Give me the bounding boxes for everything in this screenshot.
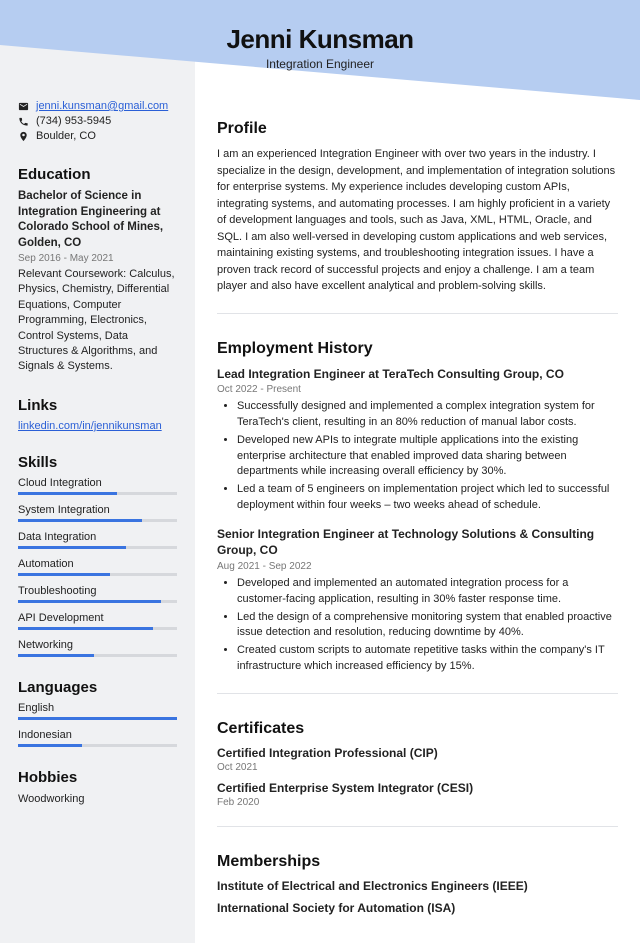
skill-bar bbox=[18, 600, 177, 603]
membership-item: International Society for Automation (IS… bbox=[217, 901, 618, 915]
education-coursework: Relevant Coursework: Calculus, Physics, … bbox=[18, 267, 177, 375]
location-icon bbox=[18, 131, 29, 142]
certificate-title: Certified Integration Professional (CIP) bbox=[217, 746, 618, 760]
membership-item: Institute of Electrical and Electronics … bbox=[217, 879, 618, 893]
contact-email[interactable]: jenni.kunsman@gmail.com bbox=[36, 100, 168, 112]
contact-phone: (734) 953-5945 bbox=[36, 115, 111, 127]
skill-bar-fill bbox=[18, 519, 142, 522]
divider bbox=[217, 693, 618, 694]
sidebar: jenni.kunsman@gmail.com (734) 953-5945 B… bbox=[0, 0, 195, 943]
job-bullets: Successfully designed and implemented a … bbox=[217, 399, 618, 515]
job-bullet: Developed new APIs to integrate multiple… bbox=[237, 433, 618, 481]
job-bullet: Led a team of 5 engineers on implementat… bbox=[237, 482, 618, 514]
skill-name: Networking bbox=[18, 639, 177, 651]
skill-bar bbox=[18, 573, 177, 576]
language-bar-fill bbox=[18, 744, 82, 747]
education-degree: Bachelor of Science in Integration Engin… bbox=[18, 189, 177, 251]
job-title: Lead Integration Engineer at TeraTech Co… bbox=[217, 366, 618, 382]
skill-name: Data Integration bbox=[18, 531, 177, 543]
divider bbox=[217, 313, 618, 314]
education-heading: Education bbox=[18, 166, 177, 183]
profile-heading: Profile bbox=[217, 120, 618, 138]
job-bullet: Led the design of a comprehensive monito… bbox=[237, 610, 618, 642]
memberships-heading: Memberships bbox=[217, 853, 618, 871]
skill-bar bbox=[18, 546, 177, 549]
skill-bar-fill bbox=[18, 546, 126, 549]
skill-item: System Integration bbox=[18, 504, 177, 522]
job-bullet: Created custom scripts to automate repet… bbox=[237, 643, 618, 675]
skill-bar bbox=[18, 654, 177, 657]
skill-item: Cloud Integration bbox=[18, 477, 177, 495]
contact-location-row: Boulder, CO bbox=[18, 130, 177, 142]
language-bar bbox=[18, 717, 177, 720]
job-item: Lead Integration Engineer at TeraTech Co… bbox=[217, 366, 618, 515]
link-item[interactable]: linkedin.com/in/jennikunsman bbox=[18, 420, 177, 432]
language-item: English bbox=[18, 702, 177, 720]
language-bar bbox=[18, 744, 177, 747]
skill-item: Troubleshooting bbox=[18, 585, 177, 603]
main-content: Profile I am an experienced Integration … bbox=[195, 0, 640, 943]
resume-page: Jenni Kunsman Integration Engineer jenni… bbox=[0, 0, 640, 943]
language-bar-fill bbox=[18, 717, 177, 720]
skill-name: System Integration bbox=[18, 504, 177, 516]
job-item: Senior Integration Engineer at Technolog… bbox=[217, 526, 618, 675]
skill-bar bbox=[18, 519, 177, 522]
skill-bar-fill bbox=[18, 492, 117, 495]
job-dates: Aug 2021 - Sep 2022 bbox=[217, 561, 618, 572]
skill-bar bbox=[18, 492, 177, 495]
hobby-item: Woodworking bbox=[18, 792, 177, 807]
contact-location: Boulder, CO bbox=[36, 130, 96, 142]
contact-email-row: jenni.kunsman@gmail.com bbox=[18, 100, 177, 112]
certificate-date: Oct 2021 bbox=[217, 762, 618, 773]
skill-bar-fill bbox=[18, 573, 110, 576]
person-title: Integration Engineer bbox=[0, 57, 640, 71]
certificate-item: Certified Enterprise System Integrator (… bbox=[217, 781, 618, 808]
skill-item: Networking bbox=[18, 639, 177, 657]
skill-bar bbox=[18, 627, 177, 630]
certificate-item: Certified Integration Professional (CIP)… bbox=[217, 746, 618, 773]
job-bullets: Developed and implemented an automated i… bbox=[217, 576, 618, 676]
skill-name: Troubleshooting bbox=[18, 585, 177, 597]
job-bullet: Successfully designed and implemented a … bbox=[237, 399, 618, 431]
language-name: Indonesian bbox=[18, 729, 177, 741]
skill-item: Automation bbox=[18, 558, 177, 576]
skill-item: API Development bbox=[18, 612, 177, 630]
education-dates: Sep 2016 - May 2021 bbox=[18, 253, 177, 264]
divider bbox=[217, 826, 618, 827]
skill-bar-fill bbox=[18, 654, 94, 657]
contact-phone-row: (734) 953-5945 bbox=[18, 115, 177, 127]
skill-name: Cloud Integration bbox=[18, 477, 177, 489]
skills-heading: Skills bbox=[18, 454, 177, 471]
skill-bar-fill bbox=[18, 627, 153, 630]
links-heading: Links bbox=[18, 397, 177, 414]
certificate-date: Feb 2020 bbox=[217, 797, 618, 808]
job-bullet: Developed and implemented an automated i… bbox=[237, 576, 618, 608]
job-dates: Oct 2022 - Present bbox=[217, 384, 618, 395]
job-title: Senior Integration Engineer at Technolog… bbox=[217, 526, 618, 558]
header: Jenni Kunsman Integration Engineer bbox=[0, 24, 640, 71]
skill-bar-fill bbox=[18, 600, 161, 603]
hobbies-heading: Hobbies bbox=[18, 769, 177, 786]
certificates-heading: Certificates bbox=[217, 720, 618, 738]
phone-icon bbox=[18, 116, 29, 127]
email-icon bbox=[18, 101, 29, 112]
certificate-title: Certified Enterprise System Integrator (… bbox=[217, 781, 618, 795]
person-name: Jenni Kunsman bbox=[0, 24, 640, 55]
language-name: English bbox=[18, 702, 177, 714]
languages-heading: Languages bbox=[18, 679, 177, 696]
skill-name: Automation bbox=[18, 558, 177, 570]
skill-item: Data Integration bbox=[18, 531, 177, 549]
profile-text: I am an experienced Integration Engineer… bbox=[217, 146, 618, 295]
skill-name: API Development bbox=[18, 612, 177, 624]
language-item: Indonesian bbox=[18, 729, 177, 747]
employment-heading: Employment History bbox=[217, 340, 618, 358]
